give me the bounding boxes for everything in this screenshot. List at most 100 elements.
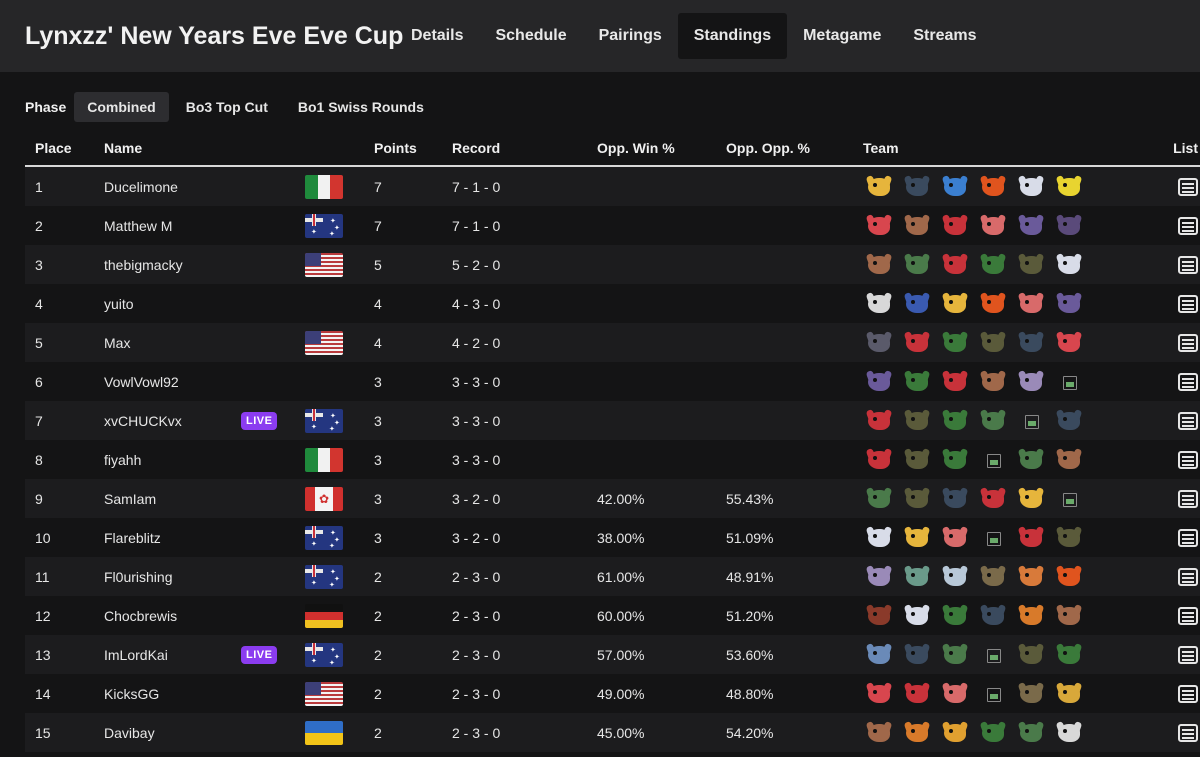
team-member-sprite-icon[interactable]	[901, 212, 933, 240]
team-member-sprite-icon[interactable]	[939, 368, 971, 396]
team-member-sprite-icon[interactable]	[1015, 446, 1047, 474]
player-name[interactable]: VowlVowl92	[104, 374, 179, 390]
player-name[interactable]: Ducelimone	[104, 179, 178, 195]
list-button[interactable]	[1178, 567, 1198, 586]
list-button[interactable]	[1178, 723, 1198, 742]
list-icon[interactable]	[1178, 567, 1198, 586]
list-icon[interactable]	[1178, 372, 1198, 391]
team-member-broken-image-icon[interactable]	[1053, 485, 1085, 513]
team-member-sprite-icon[interactable]	[901, 446, 933, 474]
tab-metagame[interactable]: Metagame	[787, 13, 897, 59]
team-member-sprite-icon[interactable]	[901, 563, 933, 591]
team-member-sprite-icon[interactable]	[863, 641, 895, 669]
team-member-sprite-icon[interactable]	[1053, 680, 1085, 708]
list-icon[interactable]	[1178, 723, 1198, 742]
column-opp-opp[interactable]: Opp. Opp. %	[726, 140, 810, 156]
list-icon[interactable]	[1178, 411, 1198, 430]
team-member-sprite-icon[interactable]	[1053, 212, 1085, 240]
list-icon[interactable]	[1178, 528, 1198, 547]
team-member-sprite-icon[interactable]	[901, 368, 933, 396]
team-member-sprite-icon[interactable]	[977, 563, 1009, 591]
column-points[interactable]: Points	[374, 140, 417, 156]
team-member-sprite-icon[interactable]	[863, 563, 895, 591]
team-member-sprite-icon[interactable]	[863, 212, 895, 240]
player-name[interactable]: Matthew M	[104, 218, 172, 234]
team-member-broken-image-icon[interactable]	[1053, 368, 1085, 396]
team-member-sprite-icon[interactable]	[1015, 368, 1047, 396]
team-member-sprite-icon[interactable]	[901, 407, 933, 435]
team-member-sprite-icon[interactable]	[977, 212, 1009, 240]
list-icon[interactable]	[1178, 255, 1198, 274]
team-member-broken-image-icon[interactable]	[1015, 407, 1047, 435]
team-member-sprite-icon[interactable]	[1053, 290, 1085, 318]
list-button[interactable]	[1178, 255, 1198, 274]
list-icon[interactable]	[1178, 333, 1198, 352]
team-member-sprite-icon[interactable]	[1015, 251, 1047, 279]
list-button[interactable]	[1178, 294, 1198, 313]
list-icon[interactable]	[1178, 606, 1198, 625]
team-member-sprite-icon[interactable]	[1015, 602, 1047, 630]
team-member-sprite-icon[interactable]	[939, 407, 971, 435]
live-badge[interactable]: LIVE	[241, 645, 278, 664]
team-member-sprite-icon[interactable]	[901, 485, 933, 513]
team-member-sprite-icon[interactable]	[1015, 524, 1047, 552]
team-member-sprite-icon[interactable]	[1053, 641, 1085, 669]
team-member-sprite-icon[interactable]	[1015, 680, 1047, 708]
list-button[interactable]	[1178, 216, 1198, 235]
phase-top-cut-button[interactable]: Bo3 Top Cut	[173, 92, 281, 122]
team-member-sprite-icon[interactable]	[863, 446, 895, 474]
column-name[interactable]: Name	[104, 140, 142, 156]
team-member-sprite-icon[interactable]	[901, 641, 933, 669]
list-button[interactable]	[1178, 528, 1198, 547]
team-member-sprite-icon[interactable]	[977, 329, 1009, 357]
list-button[interactable]	[1178, 411, 1198, 430]
team-member-sprite-icon[interactable]	[939, 173, 971, 201]
team-member-sprite-icon[interactable]	[977, 602, 1009, 630]
team-member-broken-image-icon[interactable]	[977, 446, 1009, 474]
player-name[interactable]: Davibay	[104, 725, 155, 741]
player-name[interactable]: SamIam	[104, 491, 156, 507]
player-name[interactable]: Chocbrewis	[104, 608, 177, 624]
team-member-sprite-icon[interactable]	[863, 719, 895, 747]
team-member-sprite-icon[interactable]	[863, 407, 895, 435]
team-member-sprite-icon[interactable]	[939, 641, 971, 669]
team-member-sprite-icon[interactable]	[863, 329, 895, 357]
list-icon[interactable]	[1178, 684, 1198, 703]
team-member-sprite-icon[interactable]	[1015, 641, 1047, 669]
player-name[interactable]: KicksGG	[104, 686, 159, 702]
team-member-sprite-icon[interactable]	[939, 602, 971, 630]
team-member-sprite-icon[interactable]	[1053, 524, 1085, 552]
team-member-sprite-icon[interactable]	[1015, 563, 1047, 591]
team-member-sprite-icon[interactable]	[939, 329, 971, 357]
team-member-sprite-icon[interactable]	[863, 680, 895, 708]
team-member-sprite-icon[interactable]	[939, 524, 971, 552]
tab-pairings[interactable]: Pairings	[583, 13, 678, 59]
team-member-sprite-icon[interactable]	[863, 251, 895, 279]
team-member-sprite-icon[interactable]	[901, 524, 933, 552]
team-member-sprite-icon[interactable]	[939, 485, 971, 513]
team-member-sprite-icon[interactable]	[1053, 446, 1085, 474]
team-member-sprite-icon[interactable]	[977, 485, 1009, 513]
list-icon[interactable]	[1178, 645, 1198, 664]
list-icon[interactable]	[1178, 294, 1198, 313]
phase-swiss-button[interactable]: Bo1 Swiss Rounds	[285, 92, 437, 122]
team-member-broken-image-icon[interactable]	[977, 680, 1009, 708]
column-record[interactable]: Record	[452, 140, 500, 156]
list-icon[interactable]	[1178, 450, 1198, 469]
phase-combined-button[interactable]: Combined	[74, 92, 169, 122]
tab-standings[interactable]: Standings	[677, 13, 788, 59]
team-member-sprite-icon[interactable]	[977, 368, 1009, 396]
team-member-sprite-icon[interactable]	[939, 719, 971, 747]
team-member-sprite-icon[interactable]	[1053, 563, 1085, 591]
list-button[interactable]	[1178, 489, 1198, 508]
team-member-sprite-icon[interactable]	[939, 290, 971, 318]
team-member-sprite-icon[interactable]	[939, 563, 971, 591]
team-member-sprite-icon[interactable]	[901, 173, 933, 201]
team-member-sprite-icon[interactable]	[901, 680, 933, 708]
team-member-sprite-icon[interactable]	[939, 212, 971, 240]
list-button[interactable]	[1178, 372, 1198, 391]
player-name[interactable]: xvCHUCKvx	[104, 413, 182, 429]
list-button[interactable]	[1178, 606, 1198, 625]
player-name[interactable]: ImLordKai	[104, 647, 168, 663]
player-name[interactable]: Flareblitz	[104, 530, 161, 546]
